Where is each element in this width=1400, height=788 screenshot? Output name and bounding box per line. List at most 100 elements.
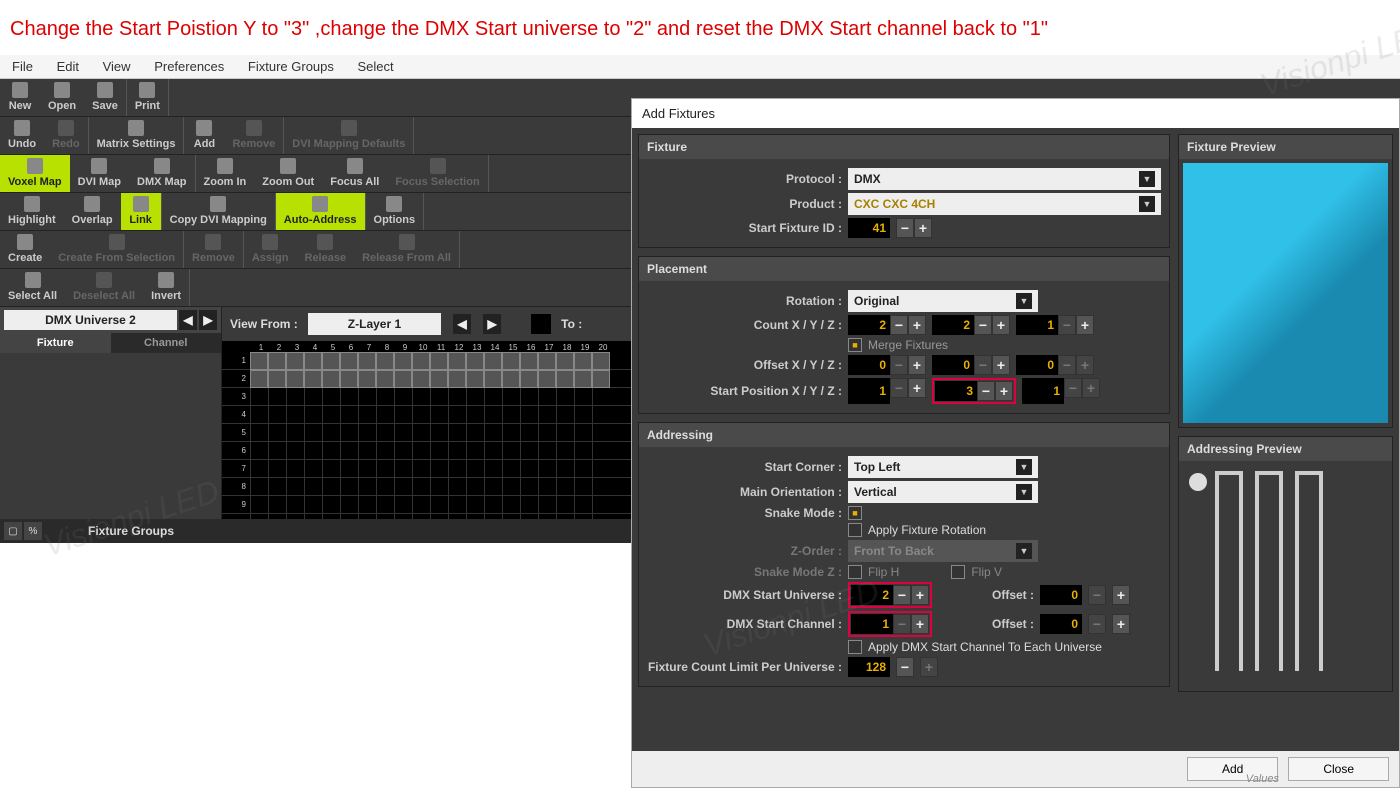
tool-save[interactable]: Save [84,79,126,116]
snake-mode-check[interactable] [848,506,862,520]
merge-fixtures-check[interactable] [848,338,862,352]
offset-z-minus[interactable]: − [1058,355,1076,375]
fixture-section-header: Fixture [639,135,1169,159]
count-x-input[interactable] [848,315,890,335]
offset-z-plus[interactable]: + [1076,355,1094,375]
startpos-y-input[interactable] [935,381,977,401]
dmx-start-universe-input[interactable] [851,585,893,605]
offset-channel-input[interactable] [1040,614,1082,634]
start-id-plus[interactable]: + [914,218,932,238]
menu-bar: File Edit View Preferences Fixture Group… [0,55,1400,79]
tool-voxel-map[interactable]: Voxel Map [0,155,70,192]
fg-btn-1[interactable]: ▢ [4,522,22,540]
values-label: Values [1246,773,1279,785]
layer-prev-button[interactable]: ◀ [453,314,471,334]
tool-undo[interactable]: Undo [0,117,44,154]
protocol-select[interactable]: DMX▼ [848,168,1161,190]
tool-matrix-settings[interactable]: Matrix Settings [89,117,184,154]
tool-auto-address[interactable]: Auto-Address [276,193,365,230]
apply-each-universe-check[interactable] [848,640,862,654]
menu-select[interactable]: Select [358,59,394,74]
layer-select[interactable]: Z-Layer 1 [308,313,441,335]
tool-overlap[interactable]: Overlap [64,193,121,230]
tool-dvi-map[interactable]: DVI Map [70,155,129,192]
product-select[interactable]: CXC CXC 4CH▼ [848,193,1161,215]
start-corner-select[interactable]: Top Left▼ [848,456,1038,478]
universe-prev-button[interactable]: ◀ [179,310,197,330]
layer-next-button[interactable]: ▶ [483,314,501,334]
offset-y-input[interactable] [932,355,974,375]
tool-new[interactable]: New [0,79,40,116]
main-orientation-select[interactable]: Vertical▼ [848,481,1038,503]
tool-dmx-map[interactable]: DMX Map [129,155,195,192]
menu-fixture-groups[interactable]: Fixture Groups [248,59,334,74]
tool-add[interactable]: Add [184,117,224,154]
apply-rotation-check[interactable] [848,523,862,537]
tool-create[interactable]: Create [0,231,50,268]
dmx-start-channel-input[interactable] [851,614,893,634]
count-z-plus[interactable]: + [1076,315,1094,335]
dialog-title: Add Fixtures [632,99,1399,128]
sp-x-plus[interactable]: + [908,378,926,398]
offset-z-input[interactable] [1016,355,1058,375]
dmx-univ-plus[interactable]: + [911,585,929,605]
tool-select-all[interactable]: Select All [0,269,65,306]
offset-u-minus[interactable]: − [1088,585,1106,605]
offset-c-plus[interactable]: + [1112,614,1130,634]
count-x-plus[interactable]: + [908,315,926,335]
menu-edit[interactable]: Edit [57,59,79,74]
fixture-limit-input[interactable] [848,657,890,677]
close-button[interactable]: Close [1288,757,1389,781]
tool-print[interactable]: Print [127,79,168,116]
menu-preferences[interactable]: Preferences [154,59,224,74]
offset-y-minus[interactable]: − [974,355,992,375]
count-z-minus[interactable]: − [1058,315,1076,335]
tool-options[interactable]: Options [366,193,424,230]
dmx-univ-minus[interactable]: − [893,585,911,605]
start-id-minus[interactable]: − [896,218,914,238]
tool-link[interactable]: Link [121,193,161,230]
startpos-x-input[interactable] [848,378,890,404]
offset-u-plus[interactable]: + [1112,585,1130,605]
universe-next-button[interactable]: ▶ [199,310,217,330]
count-y-plus[interactable]: + [992,315,1010,335]
color-swatch[interactable] [531,314,551,334]
tool-highlight[interactable]: Highlight [0,193,64,230]
tab-fixture[interactable]: Fixture [0,333,111,353]
count-x-minus[interactable]: − [890,315,908,335]
rotation-select[interactable]: Original▼ [848,290,1038,312]
tool-release-all: Release From All [354,231,459,268]
sp-x-minus[interactable]: − [890,378,908,398]
count-y-input[interactable] [932,315,974,335]
offset-x-minus[interactable]: − [890,355,908,375]
offset-c-minus[interactable]: − [1088,614,1106,634]
count-y-minus[interactable]: − [974,315,992,335]
sp-z-minus[interactable]: − [1064,378,1082,398]
dmx-chan-minus[interactable]: − [893,614,911,634]
startpos-z-input[interactable] [1022,378,1064,404]
tool-zoom-out[interactable]: Zoom Out [254,155,322,192]
offset-x-plus[interactable]: + [908,355,926,375]
tool-invert[interactable]: Invert [143,269,189,306]
sp-z-plus[interactable]: + [1082,378,1100,398]
limit-plus[interactable]: + [920,657,938,677]
tab-channel[interactable]: Channel [111,333,222,353]
tool-zoom-in[interactable]: Zoom In [196,155,255,192]
menu-view[interactable]: View [103,59,131,74]
fg-btn-2[interactable]: % [24,522,42,540]
offset-x-input[interactable] [848,355,890,375]
dmx-chan-plus[interactable]: + [911,614,929,634]
limit-minus[interactable]: − [896,657,914,677]
sp-y-plus[interactable]: + [995,381,1013,401]
start-fixture-id-input[interactable] [848,218,890,238]
tool-open[interactable]: Open [40,79,84,116]
sp-y-minus[interactable]: − [977,381,995,401]
offset-y-plus[interactable]: + [992,355,1010,375]
offset-universe-input[interactable] [1040,585,1082,605]
tool-copy-dvi[interactable]: Copy DVI Mapping [162,193,275,230]
tool-focus-all[interactable]: Focus All [322,155,387,192]
count-z-input[interactable] [1016,315,1058,335]
tool-assign: Assign [244,231,297,268]
menu-file[interactable]: File [12,59,33,74]
merge-fixtures-label: Merge Fixtures [868,338,948,352]
